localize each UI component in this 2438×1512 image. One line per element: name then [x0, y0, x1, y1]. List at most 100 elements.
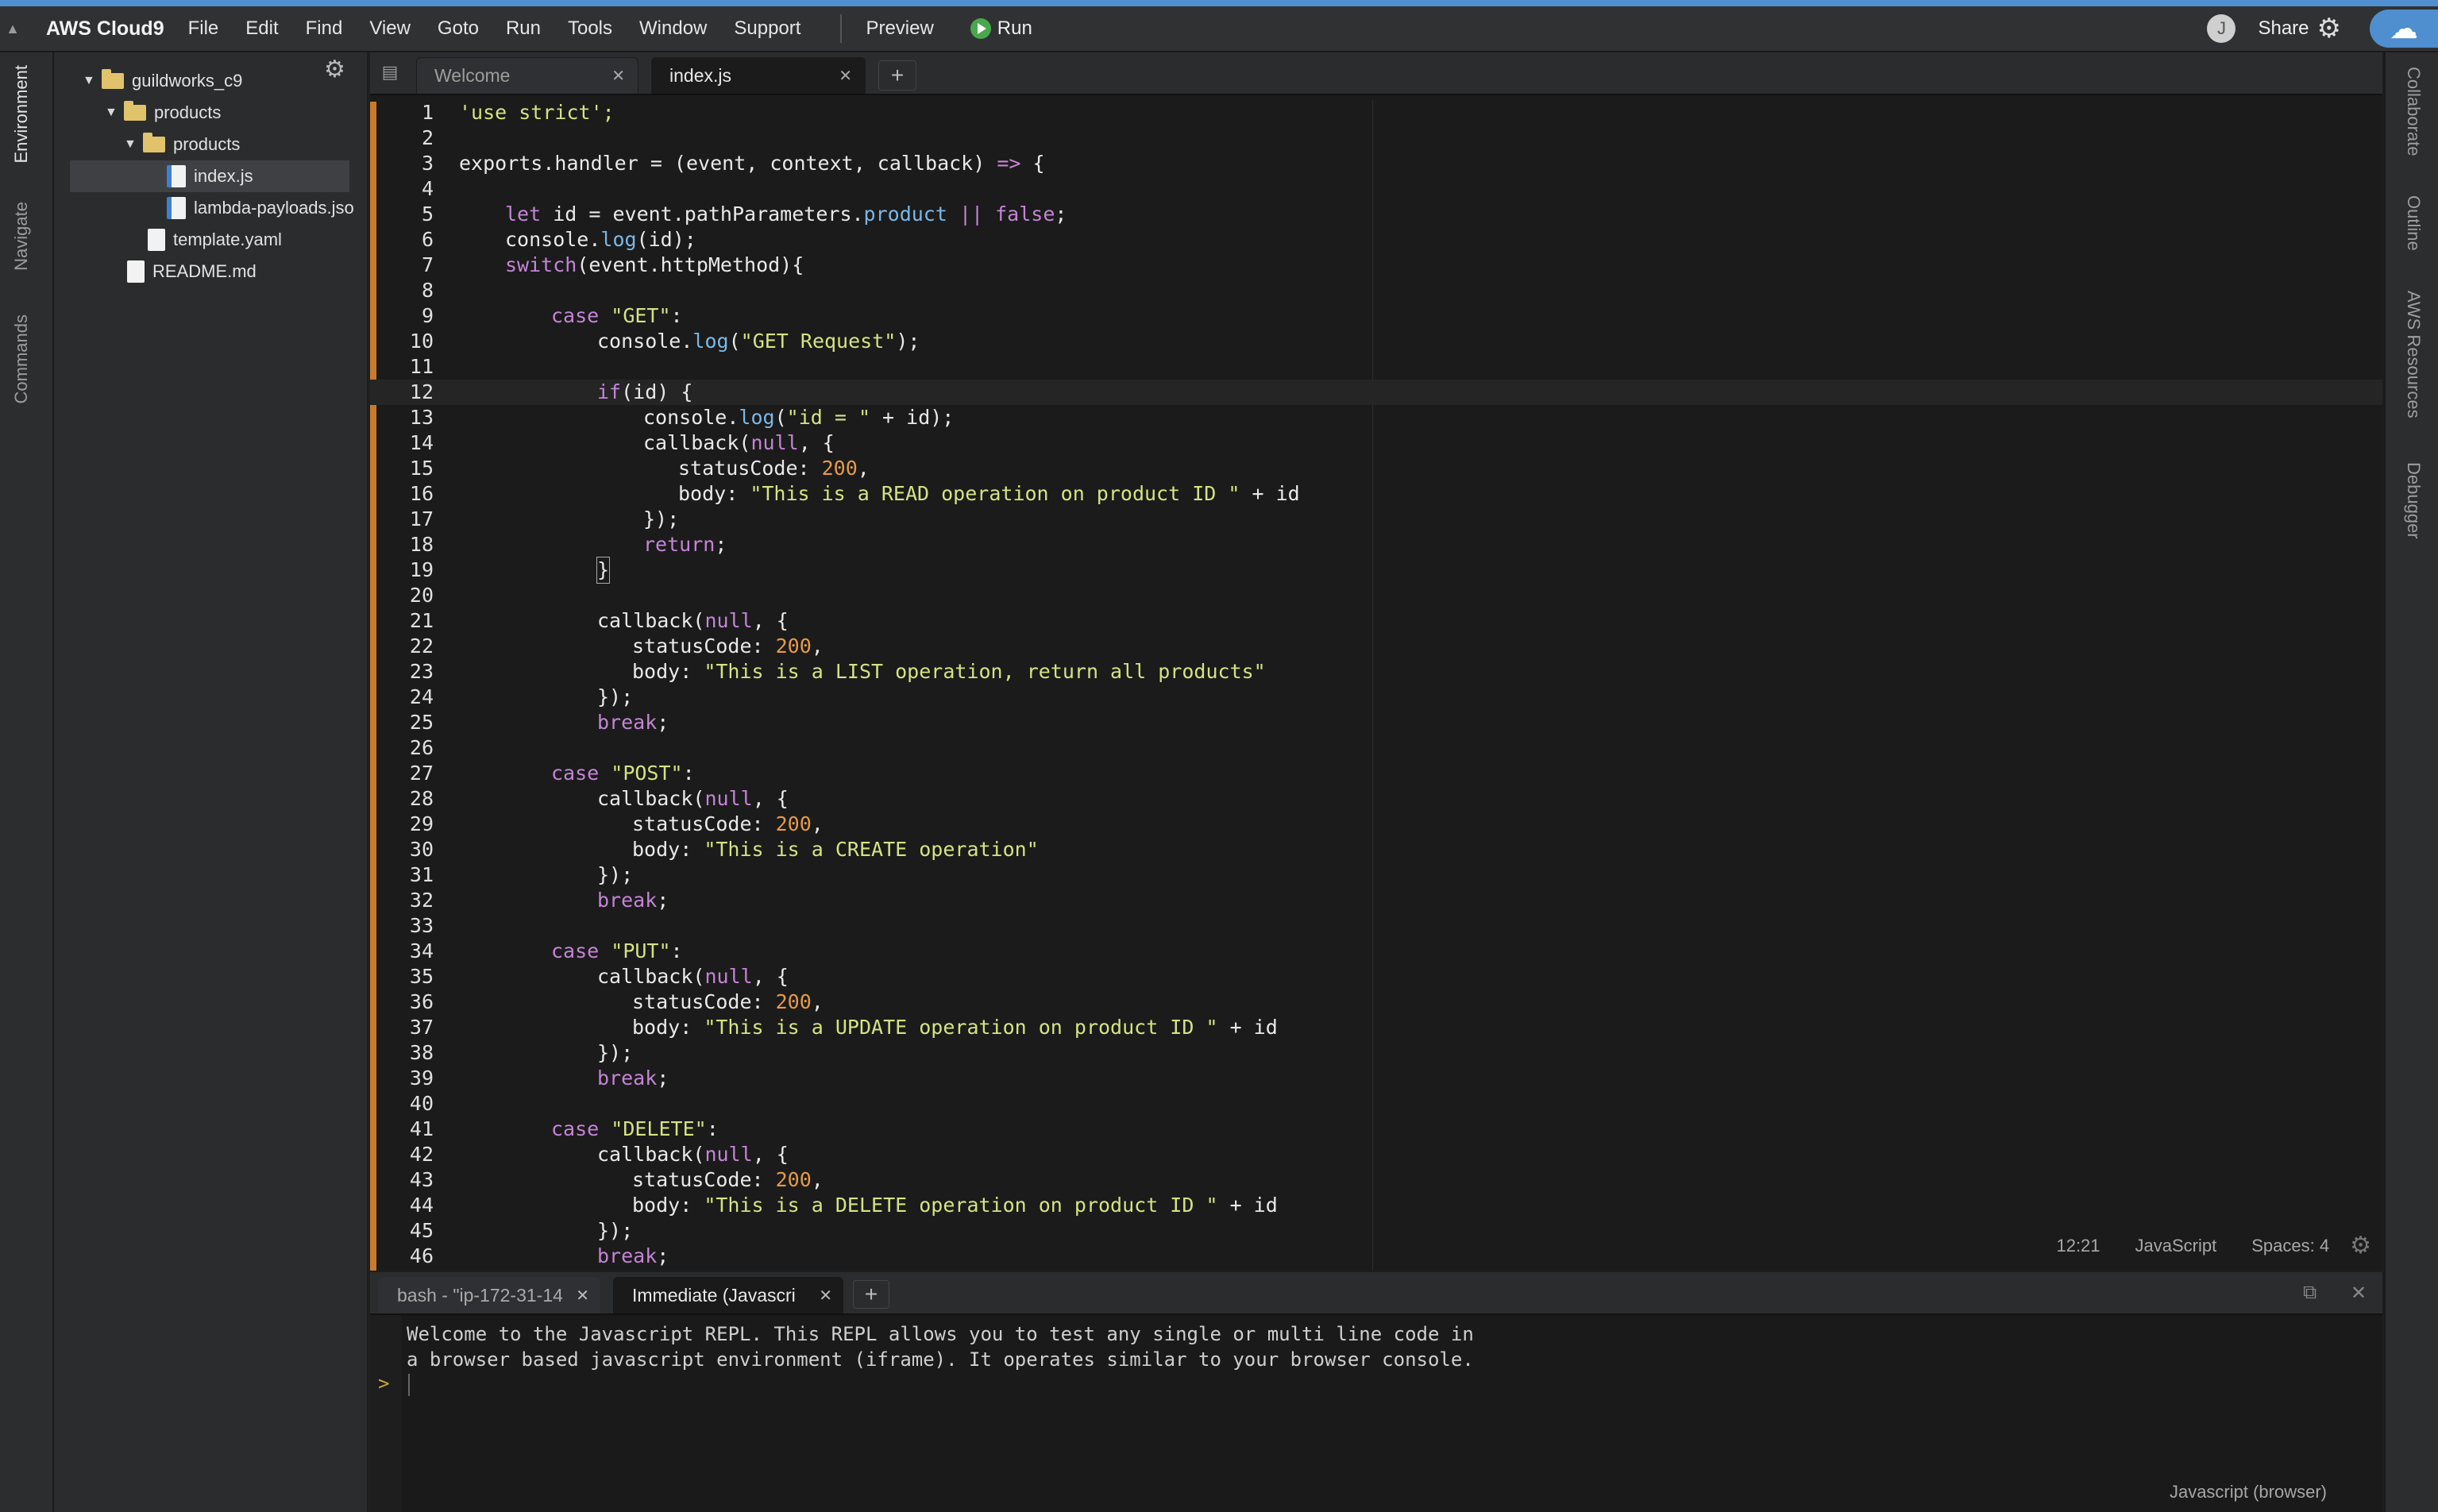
preview-button[interactable]: Preview	[866, 17, 933, 40]
line-number: 46	[409, 1244, 434, 1267]
gear-icon[interactable]: ⚙	[2317, 13, 2341, 44]
code-line: 32 break;	[370, 888, 2382, 913]
tree-item-products[interactable]: ▼ products	[105, 97, 359, 129]
tree-item-readme[interactable]: README.md	[121, 256, 327, 287]
indent-setting[interactable]: Spaces: 4	[2251, 1236, 2329, 1256]
language-mode[interactable]: JavaScript	[2135, 1236, 2217, 1256]
code-token: "This is a UPDATE operation on product I…	[704, 1016, 1218, 1039]
menu-file[interactable]: File	[188, 17, 219, 40]
code-token: log	[739, 406, 775, 429]
line-number: 6	[421, 228, 434, 251]
code-line-current: 12 if(id) {	[370, 380, 2382, 405]
code-token: , {	[752, 609, 789, 632]
tab-index-js[interactable]: index.js ✕	[651, 57, 866, 94]
menu-tools[interactable]: Tools	[568, 17, 612, 40]
tab-commands[interactable]: Commands	[11, 314, 32, 403]
line-number: 32	[409, 889, 434, 912]
tree-item-lambda-payloads[interactable]: lambda-payloads.jso	[160, 192, 367, 224]
line-number: 18	[409, 533, 434, 556]
code-token: callback(	[643, 431, 751, 454]
menu-window[interactable]: Window	[639, 17, 707, 40]
code-token: , {	[798, 431, 835, 454]
tab-aws-resources[interactable]: AWS Resources	[2403, 291, 2424, 418]
menu-bar: ▲ AWS Cloud9 File Edit Find View Goto Ru…	[0, 6, 2438, 52]
tab-debugger[interactable]: Debugger	[2403, 462, 2424, 539]
code-editor[interactable]: 1 'use strict'; 2 3 exports.handler = (eve…	[370, 100, 2382, 1269]
code-token: id = event.pathParameters.	[541, 202, 864, 226]
tab-navigate[interactable]: Navigate	[11, 202, 32, 271]
editor-settings-gear-icon[interactable]: ⚙	[2350, 1232, 2371, 1259]
close-icon[interactable]: ✕	[819, 1286, 832, 1306]
line-number: 4	[421, 177, 434, 200]
menu-separator	[840, 14, 843, 43]
tree-item-template-yaml[interactable]: template.yaml	[141, 224, 348, 256]
collapse-menu-icon[interactable]: ▲	[0, 6, 25, 51]
code-token: 200	[775, 634, 812, 658]
code-token: ,	[811, 634, 824, 658]
repl-output: Welcome to the Javascript REPL. This REP…	[407, 1321, 1474, 1372]
tab-welcome[interactable]: Welcome ✕	[416, 57, 638, 94]
tree-item-index-js[interactable]: index.js	[70, 160, 349, 192]
add-tab-button[interactable]: +	[878, 60, 916, 91]
code-line: 25 break;	[370, 710, 2382, 735]
tab-environment[interactable]: Environment	[11, 65, 32, 164]
share-button[interactable]: Share	[2258, 17, 2309, 40]
code-line: 44 body: "This is a DELETE operation on p…	[370, 1193, 2382, 1218]
menu-run[interactable]: Run	[506, 17, 541, 40]
code-token: , {	[752, 1143, 789, 1166]
tab-immediate[interactable]: Immediate (Javascri ✕	[613, 1277, 843, 1313]
code-line: 14 callback(null, {	[370, 430, 2382, 456]
repl-mode-label[interactable]: Javascript (browser)	[2170, 1482, 2327, 1502]
tree-item-label: products	[173, 134, 241, 154]
code-token: :	[706, 1117, 719, 1140]
tree-item-products-sub[interactable]: ▼ products	[124, 129, 362, 160]
code-token: null	[750, 431, 799, 454]
close-icon[interactable]: ✕	[2351, 1282, 2367, 1305]
expanded-triangle-icon[interactable]: ▼	[83, 74, 97, 88]
line-number: 37	[409, 1016, 434, 1039]
code-token: );	[896, 330, 920, 353]
code-token: });	[597, 685, 634, 708]
code-token: null	[704, 609, 753, 632]
menu-find[interactable]: Find	[306, 17, 343, 40]
menu-support[interactable]: Support	[734, 17, 800, 40]
cloud9-logo-icon[interactable]: ☁	[2370, 10, 2438, 48]
menu-view[interactable]: View	[369, 17, 411, 40]
menu-goto[interactable]: Goto	[438, 17, 479, 40]
expanded-triangle-icon[interactable]: ▼	[105, 106, 119, 120]
tab-list-icon[interactable]: ▤	[376, 59, 403, 86]
code-token: , {	[752, 965, 789, 988]
close-icon[interactable]: ✕	[611, 66, 625, 86]
code-token: });	[597, 1219, 634, 1242]
code-token: ;	[657, 711, 669, 734]
add-console-tab-button[interactable]: +	[853, 1280, 889, 1309]
code-line: 23 body: "This is a LIST operation, retur…	[370, 659, 2382, 685]
code-token: :	[670, 939, 683, 962]
code-token: "This is a READ operation on product ID …	[750, 482, 1240, 505]
close-icon[interactable]: ✕	[839, 66, 852, 86]
code-token: null	[704, 1143, 753, 1166]
code-line: 35 callback(null, {	[370, 964, 2382, 989]
code-line: 2	[370, 125, 2382, 151]
tab-outline[interactable]: Outline	[2403, 195, 2424, 251]
code-token: (id);	[636, 228, 696, 251]
code-token: });	[597, 863, 634, 886]
expanded-triangle-icon[interactable]: ▼	[124, 137, 138, 152]
close-icon[interactable]: ✕	[576, 1286, 589, 1306]
run-button[interactable]: Run	[970, 17, 1032, 40]
app-brand[interactable]: AWS Cloud9	[46, 17, 164, 40]
avatar[interactable]: J	[2207, 14, 2236, 43]
tab-bash[interactable]: bash - "ip-172-31-14 ✕	[378, 1277, 600, 1313]
menu-edit[interactable]: Edit	[245, 17, 278, 40]
cursor-position[interactable]: 12:21	[2056, 1236, 2100, 1256]
code-token: null	[704, 965, 753, 988]
code-token: break	[597, 711, 658, 734]
tab-collaborate[interactable]: Collaborate	[2403, 67, 2424, 156]
code-token: (event.httpMethod){	[577, 253, 804, 276]
line-number: 27	[409, 762, 434, 785]
code-token: statusCode:	[632, 990, 776, 1013]
line-number: 5	[421, 202, 434, 226]
tree-item-guildworks[interactable]: ▼ guildworks_c9	[83, 65, 353, 97]
maximize-icon[interactable]: ⧉	[2303, 1282, 2316, 1304]
repl-input-caret[interactable]	[408, 1374, 410, 1396]
